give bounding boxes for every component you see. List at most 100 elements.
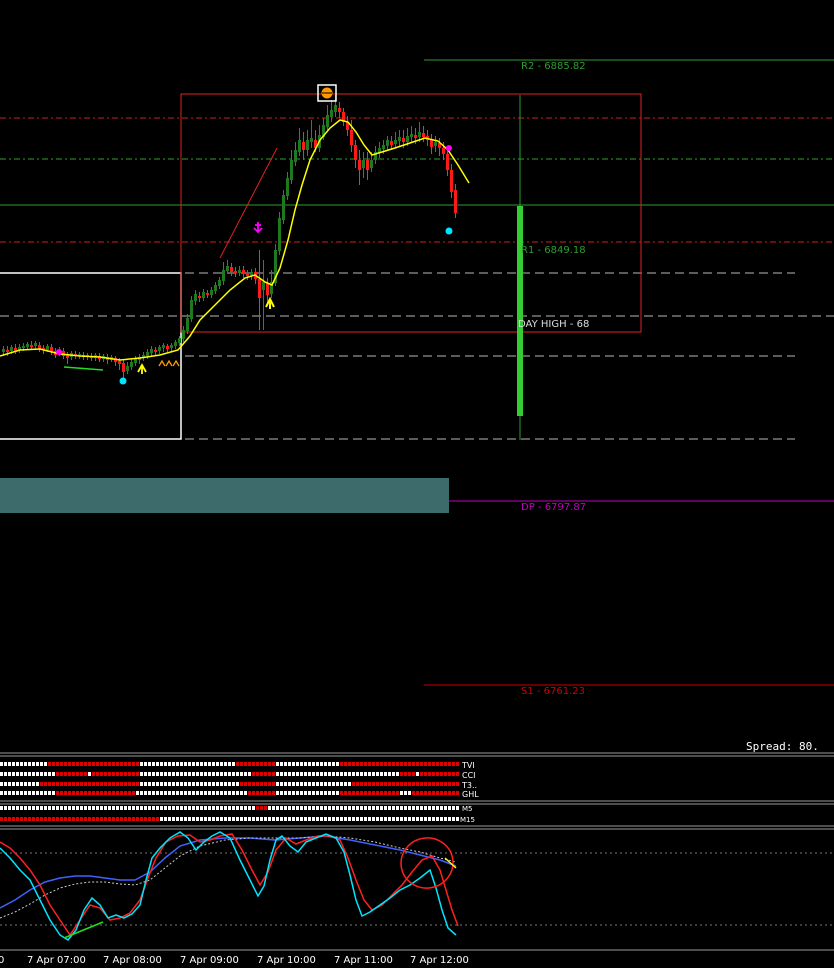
candle-body — [390, 141, 393, 145]
candle-body — [418, 132, 421, 137]
candle-body — [238, 270, 241, 273]
candle-body — [306, 140, 309, 150]
row-label-tvi: TVI — [461, 761, 475, 770]
time-label-1: 7 Apr 07:00 — [27, 955, 86, 966]
candle-body — [210, 290, 213, 295]
candle-body — [146, 352, 149, 356]
candle-body — [358, 160, 361, 170]
candle-body — [162, 345, 165, 348]
candle-body — [334, 105, 337, 112]
candle-body — [310, 138, 313, 142]
candle-body — [330, 110, 333, 117]
candle-body — [10, 347, 13, 351]
r1-label: R1 - 6849.18 — [521, 245, 586, 256]
candle-body — [414, 135, 417, 138]
candle-body — [222, 270, 225, 281]
candle-body — [194, 294, 197, 301]
candle-body — [122, 363, 125, 372]
candle-body — [26, 344, 29, 347]
candle-body — [266, 283, 269, 295]
spread-label: Spread: 80. — [746, 740, 819, 753]
candle-body — [290, 160, 293, 180]
candle-body — [402, 138, 405, 142]
candle-body — [178, 338, 181, 343]
time-label-4: 7 Apr 10:00 — [257, 955, 316, 966]
candle-body — [454, 190, 457, 213]
candle-body — [158, 347, 161, 351]
s1-label: S1 - 6761.23 — [521, 686, 585, 697]
candle-body — [186, 318, 189, 331]
candle-body — [278, 218, 281, 251]
candle-body — [242, 270, 245, 274]
candle-body — [226, 266, 229, 271]
candle-body — [398, 137, 401, 141]
candle-body — [126, 366, 129, 371]
candle-body — [218, 280, 221, 286]
magenta-dot-2 — [446, 145, 452, 151]
price-chart[interactable]: R2 - 6885.82 R1 - 6849.18 DAY HIGH - 68 … — [0, 0, 834, 968]
candle-body — [282, 195, 285, 220]
candle-body — [234, 271, 237, 273]
candle-body — [286, 178, 289, 196]
candle-body — [2, 349, 5, 352]
candle-body — [354, 145, 357, 160]
cyan-dot-1 — [119, 377, 127, 385]
candle-body — [154, 350, 157, 352]
candle-body — [366, 160, 369, 170]
candle-body — [130, 362, 133, 367]
projection-bar — [517, 206, 523, 416]
candle-body — [206, 293, 209, 295]
row-label-m5: M5 — [462, 805, 473, 813]
dp-label: DP - 6797.87 — [521, 502, 586, 513]
candle-body — [230, 267, 233, 272]
candle-body — [422, 133, 425, 137]
candle-body — [170, 345, 173, 348]
candle-body — [190, 300, 193, 319]
candle-body — [258, 279, 261, 298]
candle-body — [430, 140, 433, 147]
time-label-0: 0 — [0, 955, 4, 966]
candle-body — [214, 285, 217, 291]
candle-body — [326, 115, 329, 127]
candle-body — [410, 134, 413, 137]
magenta-dot-1 — [56, 349, 62, 355]
candle-body — [442, 148, 445, 154]
candle-body — [450, 170, 453, 192]
candle-body — [198, 296, 201, 298]
time-label-6: 7 Apr 12:00 — [410, 955, 469, 966]
candle-body — [34, 343, 37, 346]
row-label-m15: M15 — [460, 816, 475, 824]
candle-body — [386, 140, 389, 146]
row-label-cci: CCI — [462, 771, 476, 780]
candle-body — [30, 345, 33, 347]
candle-body — [446, 154, 449, 170]
candle-body — [382, 145, 385, 149]
candle-body — [406, 136, 409, 142]
candle-body — [262, 282, 265, 290]
time-label-3: 7 Apr 09:00 — [180, 955, 239, 966]
day-high-label: DAY HIGH - 68 — [518, 319, 589, 330]
cyan-dot-2 — [445, 227, 453, 235]
candle-body — [434, 142, 437, 146]
row-label-ghl: GHL — [462, 790, 479, 799]
candle-body — [362, 160, 365, 168]
candle-body — [298, 140, 301, 152]
candle-body — [370, 160, 373, 168]
candle-body — [302, 142, 305, 150]
candle-body — [22, 346, 25, 348]
candle-body — [134, 359, 137, 363]
r2-label: R2 - 6885.82 — [521, 61, 586, 72]
supply-demand-zone — [0, 478, 449, 513]
candle-body — [246, 273, 249, 276]
candle-body — [182, 330, 185, 339]
candle-body — [166, 346, 169, 349]
candle-body — [6, 350, 9, 352]
candle-body — [394, 140, 397, 144]
candle-body — [174, 342, 177, 346]
candle-body — [118, 361, 121, 364]
time-label-5: 7 Apr 11:00 — [334, 955, 393, 966]
time-label-2: 7 Apr 08:00 — [103, 955, 162, 966]
candle-body — [294, 150, 297, 162]
candle-body — [338, 108, 341, 112]
candle-body — [150, 349, 153, 353]
